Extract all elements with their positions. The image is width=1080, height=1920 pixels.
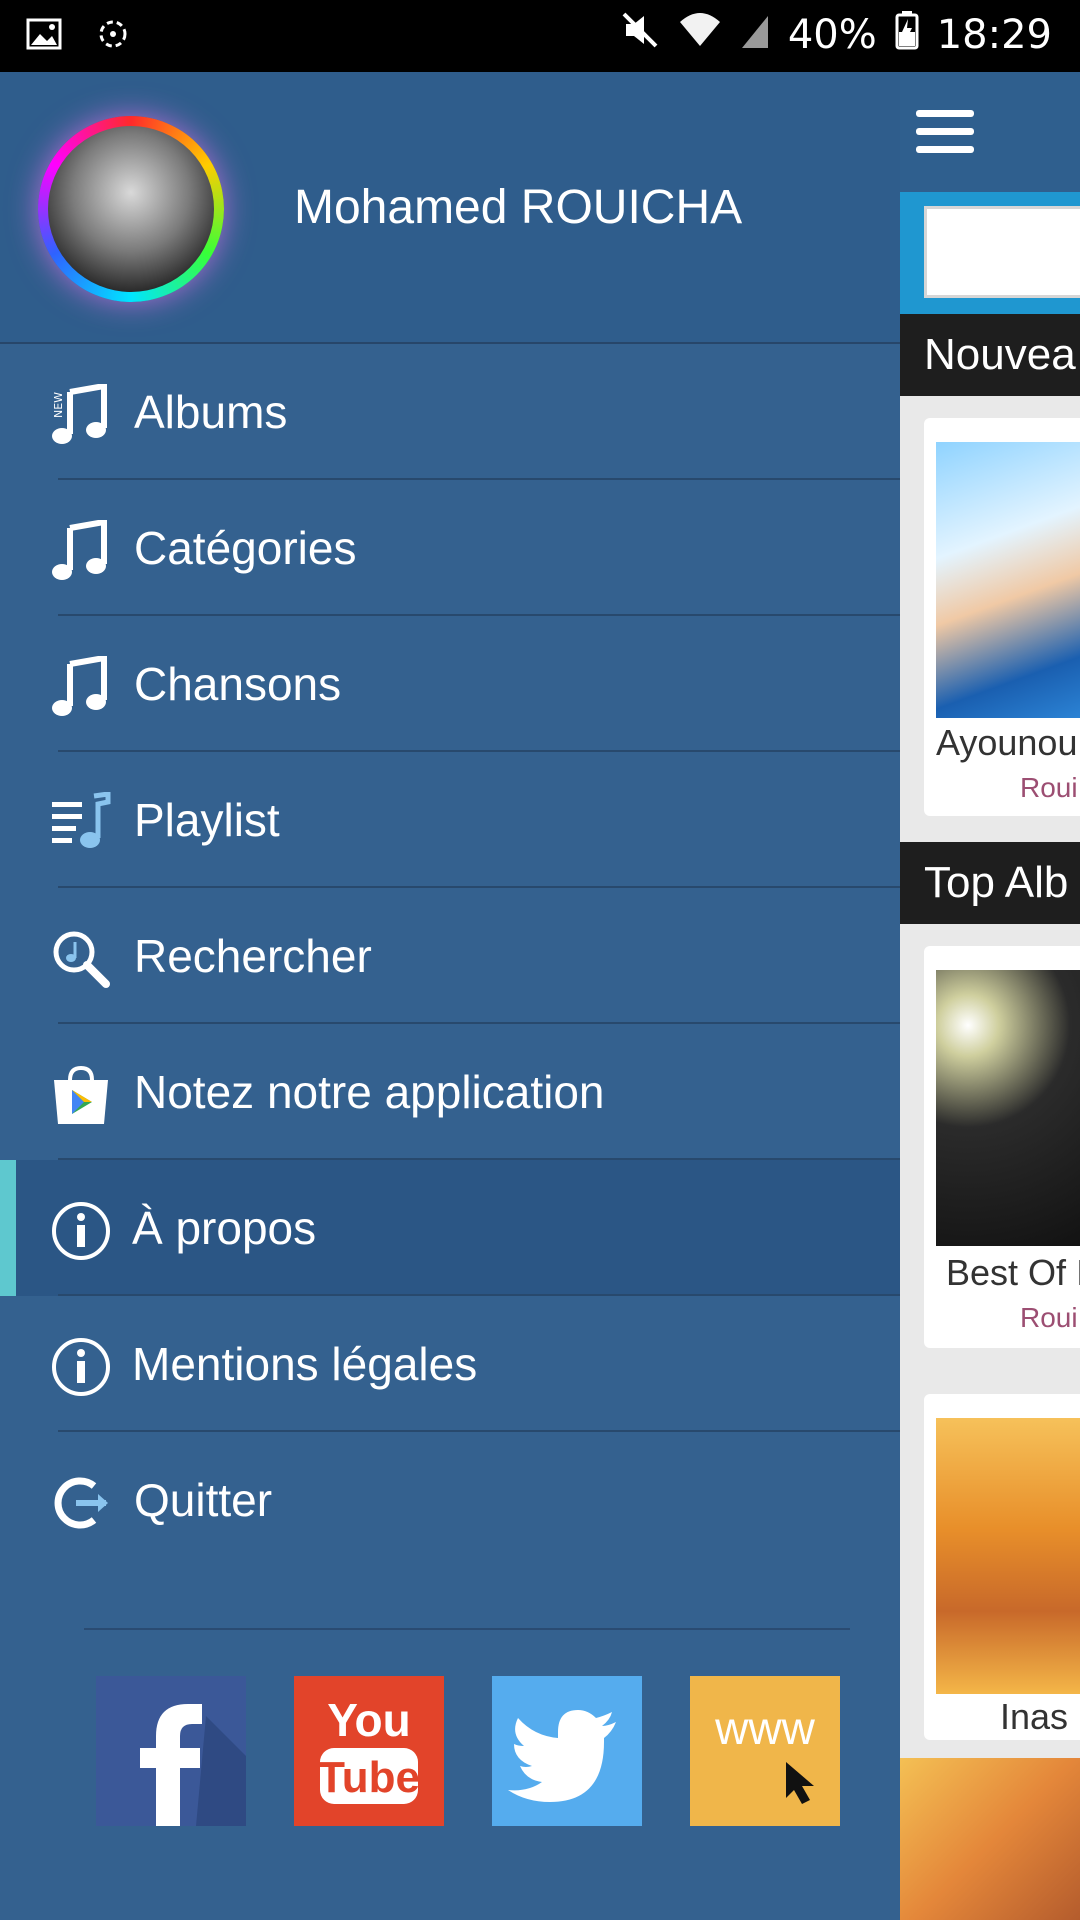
svg-text:NEW: NEW [52, 392, 65, 418]
youtube-icon: You Tube [318, 1694, 420, 1804]
album-title: Ayounou [936, 722, 1078, 763]
album-card[interactable]: Ayounou Roui [924, 418, 1080, 816]
twitter-button[interactable] [492, 1676, 642, 1826]
album-artist: Roui [1020, 772, 1078, 803]
svg-text:Tube: Tube [318, 1753, 420, 1802]
facebook-icon [140, 1704, 246, 1826]
info-icon [50, 1336, 112, 1398]
menu-label: Mentions légales [132, 1338, 478, 1390]
wifi-icon [678, 10, 722, 60]
main-content: Nouvea Ayounou Roui Top Alb Best Of I Ro… [900, 72, 1080, 1920]
album-cover [936, 442, 1080, 718]
menu-icon[interactable] [916, 110, 974, 154]
menu-item-albums[interactable]: NEW Albums [0, 344, 900, 480]
section-header-new: Nouvea [900, 314, 1080, 396]
album-cover [936, 1418, 1080, 1694]
menu-label: Chansons [134, 658, 342, 710]
album-cover [936, 970, 1080, 1246]
clock: 18:29 [936, 12, 1052, 58]
menu-label: Catégories [134, 522, 357, 574]
search-music-icon [50, 928, 112, 990]
search-input[interactable] [924, 206, 1080, 298]
signal-icon [740, 10, 770, 60]
sync-icon [92, 16, 134, 57]
play-store-icon [50, 1064, 112, 1126]
app-title: Mohamed ROUICHA [294, 181, 743, 234]
www-icon: www [714, 1702, 816, 1804]
info-icon [50, 1200, 112, 1262]
menu-item-categories[interactable]: Catégories [0, 480, 900, 616]
menu-item-legal[interactable]: Mentions légales [0, 1296, 900, 1432]
menu-item-quit[interactable]: Quitter [0, 1432, 900, 1568]
menu-item-rate-app[interactable]: Notez notre application [0, 1024, 900, 1160]
menu-item-search[interactable]: Rechercher [0, 888, 900, 1024]
menu-label: Rechercher [134, 930, 372, 982]
menu-label: Notez notre application [134, 1066, 605, 1118]
twitter-icon [508, 1710, 616, 1802]
album-card[interactable] [900, 1758, 1080, 1920]
album-artist: Roui [1020, 1302, 1078, 1333]
mute-icon [620, 10, 660, 60]
music-note-new-icon: NEW [50, 382, 112, 446]
navigation-drawer: Mohamed ROUICHA NEW Albums Catégories Ch… [0, 72, 900, 1920]
album-title: Best Of I [946, 1252, 1080, 1293]
svg-text:www: www [714, 1702, 815, 1754]
album-card[interactable]: Best Of I Roui [924, 946, 1080, 1348]
menu-label: Playlist [134, 794, 280, 846]
gallery-icon [26, 16, 62, 57]
battery-percent: 40% [787, 12, 877, 58]
section-header-top: Top Alb [900, 842, 1080, 924]
music-note-icon [50, 654, 112, 718]
drawer-header: Mohamed ROUICHA [0, 72, 900, 344]
menu-label: Albums [134, 386, 288, 438]
battery-charging-icon [895, 10, 919, 60]
divider [84, 1628, 850, 1630]
exit-icon [50, 1472, 112, 1534]
menu-item-chansons[interactable]: Chansons [0, 616, 900, 752]
status-bar: 40% 18:29 [0, 0, 1080, 72]
menu-item-playlist[interactable]: Playlist [0, 752, 900, 888]
album-title: Inas [1000, 1696, 1069, 1737]
svg-text:You: You [327, 1694, 410, 1746]
website-button[interactable]: www [690, 1676, 840, 1826]
music-note-icon [50, 518, 112, 582]
facebook-button[interactable] [96, 1676, 246, 1826]
search-bar [900, 192, 1080, 314]
menu-label: À propos [132, 1202, 317, 1254]
youtube-button[interactable]: You Tube [294, 1676, 444, 1826]
avatar [38, 116, 224, 302]
playlist-icon [50, 791, 112, 854]
menu-item-about[interactable]: À propos [0, 1160, 900, 1296]
album-card[interactable]: Inas [924, 1394, 1080, 1740]
app-toolbar [900, 72, 1080, 192]
drawer-menu: NEW Albums Catégories Chansons Playlist [0, 344, 900, 1568]
menu-label: Quitter [134, 1474, 273, 1526]
